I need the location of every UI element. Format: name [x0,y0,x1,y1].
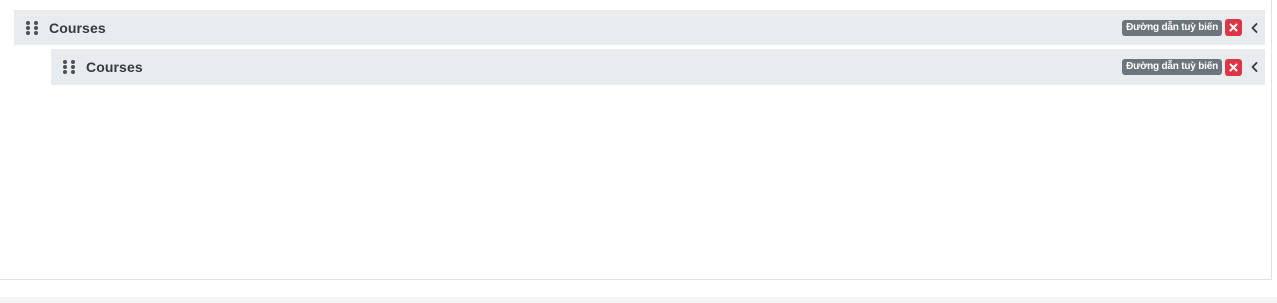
menu-item[interactable]: Courses Đường dẫn tuỳ biến [51,49,1265,85]
item-type-badge: Đường dẫn tuỳ biến [1122,59,1222,75]
remove-item-button[interactable] [1225,58,1242,76]
close-icon [1229,23,1238,32]
drag-handle-icon[interactable] [63,60,75,74]
menu-structure-panel: Courses Đường dẫn tuỳ biến Courses Đường… [0,0,1272,280]
drag-handle-icon[interactable] [26,20,38,35]
page-footer-strip [0,297,1277,303]
menu-item-title: Courses [86,59,143,75]
close-icon [1229,63,1238,71]
chevron-left-icon [1251,22,1257,33]
collapse-toggle-button[interactable] [1248,59,1260,76]
collapse-toggle-button[interactable] [1248,19,1260,36]
chevron-left-icon [1251,62,1257,72]
menu-item-title: Courses [49,19,106,36]
item-type-badge: Đường dẫn tuỳ biến [1122,19,1222,36]
menu-item[interactable]: Courses Đường dẫn tuỳ biến [14,10,1265,45]
remove-item-button[interactable] [1225,19,1242,36]
menu-item-actions: Đường dẫn tuỳ biến [1122,19,1260,36]
menu-item-actions: Đường dẫn tuỳ biến [1122,58,1260,76]
